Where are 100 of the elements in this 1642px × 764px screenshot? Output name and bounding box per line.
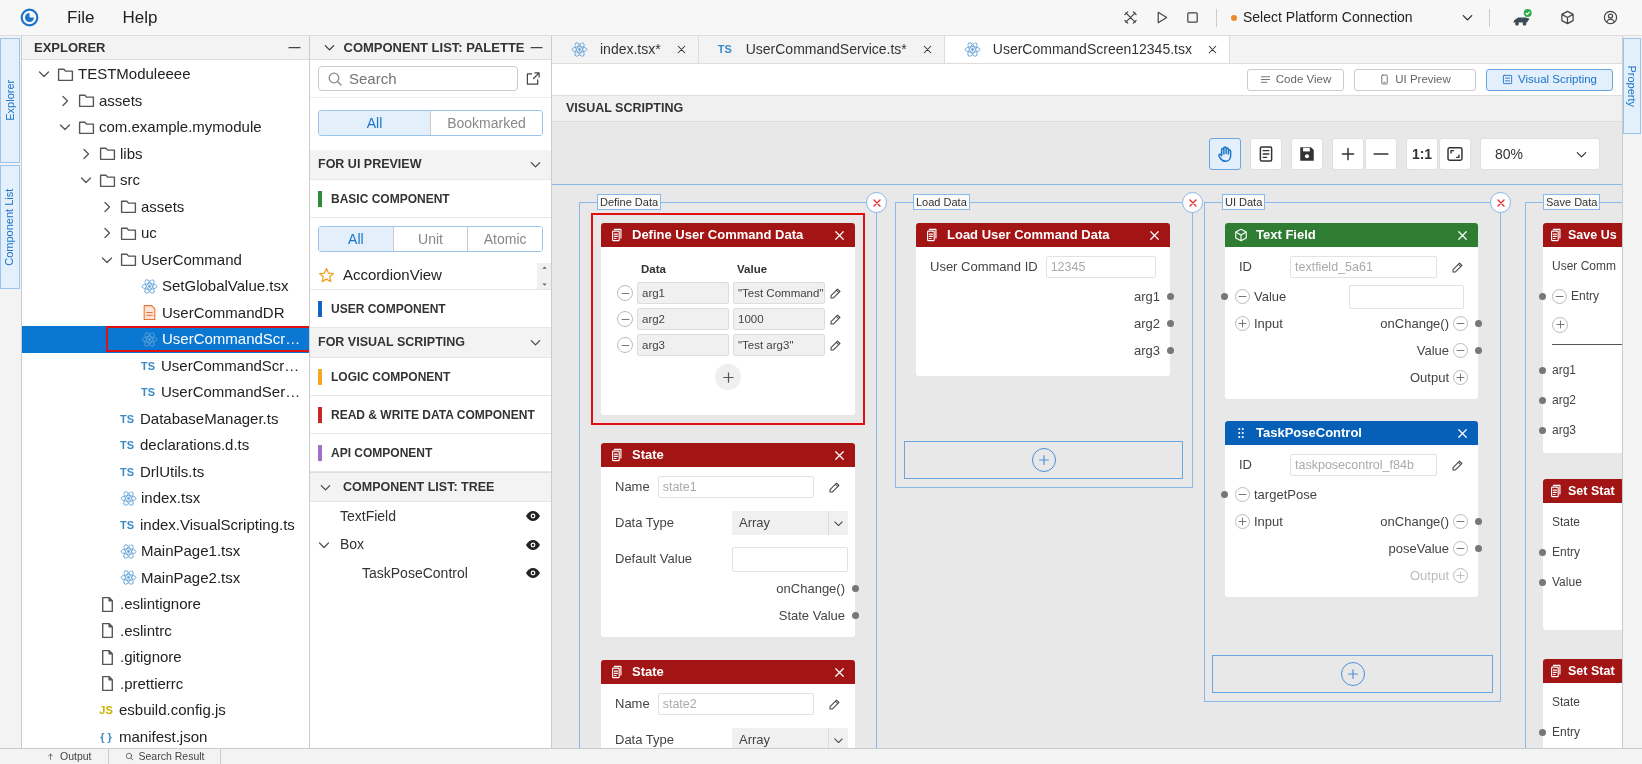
port-dot[interactable] [1475,545,1482,552]
edit-button[interactable] [829,286,842,300]
remove-row-button[interactable] [617,337,633,354]
text-field[interactable]: state1 [657,476,814,498]
view-toggle[interactable]: Visual Scripting [1486,68,1613,91]
side-tab[interactable]: Property [1623,38,1641,134]
tree-item[interactable]: MainPage1.tsx [22,538,309,565]
hand-tool-button[interactable] [1209,138,1241,170]
add-entry-button[interactable] [1552,316,1568,333]
tree-item[interactable]: libs [22,140,309,167]
remove-row-button[interactable] [617,285,633,302]
tree-item[interactable]: TS declarations.d.ts [22,432,309,459]
port-dot[interactable] [1475,518,1482,525]
text-field[interactable]: taskposecontrol_f84b [1290,454,1437,476]
name-field[interactable]: arg2 [637,308,729,331]
tree-item[interactable]: src [22,167,309,194]
view-toggle[interactable]: UI Preview [1354,68,1476,91]
edit-button[interactable] [829,312,842,326]
tree-item[interactable]: UserCommandScr… [22,326,309,353]
text-field[interactable]: state2 [657,693,814,715]
tree-item[interactable]: .prettierrc [22,670,309,697]
remove-port-button[interactable] [1235,289,1250,304]
port-dot[interactable] [1475,320,1482,327]
tree-item[interactable]: UserCommandDR [22,299,309,326]
tree-item[interactable]: TS DrlUtils.ts [22,458,309,485]
close-icon[interactable] [1206,43,1219,56]
text-field[interactable] [1349,284,1464,309]
port-dot[interactable] [1539,396,1546,404]
remove-port-button[interactable] [1453,316,1468,331]
tree-item[interactable]: assets [22,87,309,114]
port-dot[interactable] [852,585,859,592]
tree-item[interactable]: TS UserCommandSer… [22,379,309,406]
open-external-button[interactable] [526,71,541,86]
document-tool-button[interactable] [1250,138,1282,170]
panel-tab[interactable]: Search Result [108,749,222,764]
menu-item[interactable]: File [55,4,107,31]
text-field[interactable] [732,546,848,572]
tree-item[interactable]: TESTModuleeee [22,61,309,88]
scrollbar[interactable] [537,262,551,289]
remove-port-button[interactable] [1552,288,1567,304]
collapse-button[interactable] [530,45,543,50]
tree-item[interactable]: TaskPoseControl [362,562,525,584]
minus-tool-button[interactable] [1365,138,1397,170]
tree-item[interactable]: uc [22,220,309,247]
text-field[interactable]: textfield_5a61 [1290,256,1437,278]
port-dot[interactable] [1539,292,1546,300]
menu-item[interactable]: Help [110,4,170,31]
delete-group-button[interactable] [1182,192,1203,213]
zoom-dropdown[interactable]: 80% [1480,138,1600,170]
tree-item[interactable]: assets [22,193,309,220]
remove-port-button[interactable] [1453,514,1468,529]
tree-item[interactable]: .gitignore [22,644,309,671]
remove-row-button[interactable] [617,311,633,328]
save-tool-button[interactable] [1291,138,1323,170]
port-dot[interactable] [1167,320,1174,327]
name-field[interactable]: arg3 [637,334,729,357]
fit-tool-button[interactable] [1439,138,1471,170]
tree-item[interactable]: TS index.VisualScripting.ts [22,511,309,538]
tree-item[interactable]: MainPage2.tsx [22,564,309,591]
tree-item[interactable]: index.tsx [22,485,309,512]
port-dot[interactable] [1167,293,1174,300]
port-dot[interactable] [1539,426,1546,434]
panel-tab[interactable]: Output [30,749,109,764]
port-dot[interactable] [1539,728,1546,736]
text-field[interactable]: 12345 [1045,256,1156,278]
port-dot[interactable] [1539,366,1546,374]
view-toggle[interactable]: Code View [1247,68,1344,91]
port-dot[interactable] [1539,548,1546,556]
collapse-button[interactable] [288,45,301,50]
filter-tab[interactable]: Atomic [467,227,542,251]
tree-item[interactable]: { } manifest.json [22,723,309,748]
add-port-button[interactable] [1453,370,1468,385]
star-icon[interactable] [318,267,335,284]
add-port-button[interactable] [1235,514,1250,529]
tree-item[interactable]: UserCommand [22,246,309,273]
plus-tool-button[interactable] [1332,138,1364,170]
tree-item[interactable]: TS UserCommandScr… [22,352,309,379]
port-dot[interactable] [1221,293,1228,300]
actual-size-button[interactable]: 1:1 [1406,138,1438,170]
tree-item[interactable]: .eslintrc [22,617,309,644]
select-dropdown[interactable]: Array [732,511,848,535]
tree-item[interactable]: com.example.mymodule [22,114,309,141]
add-port-button[interactable] [1235,316,1250,331]
remove-port-button[interactable] [1453,343,1468,358]
editor-tab[interactable]: UserCommandScreen12345.tsx [944,36,1230,63]
tree-item[interactable]: TextField [340,505,525,527]
search-field[interactable]: Search [318,66,518,91]
side-tab[interactable]: Explorer [0,38,20,163]
add-row-button[interactable] [715,364,741,391]
delete-group-button[interactable] [866,192,887,213]
filter-tab[interactable]: Bookmarked [430,111,542,135]
port-dot[interactable] [1167,347,1174,354]
tree-item[interactable]: .eslintignore [22,591,309,618]
filter-tab[interactable]: All [319,111,430,135]
tree-item[interactable]: Box [340,534,525,556]
tree-item[interactable]: SetGlobalValue.tsx [22,273,309,300]
component-item[interactable]: AccordionView [343,264,442,287]
select-dropdown[interactable]: Array [732,728,848,748]
edit-button[interactable] [829,338,842,352]
filter-tab[interactable]: All [319,227,393,251]
